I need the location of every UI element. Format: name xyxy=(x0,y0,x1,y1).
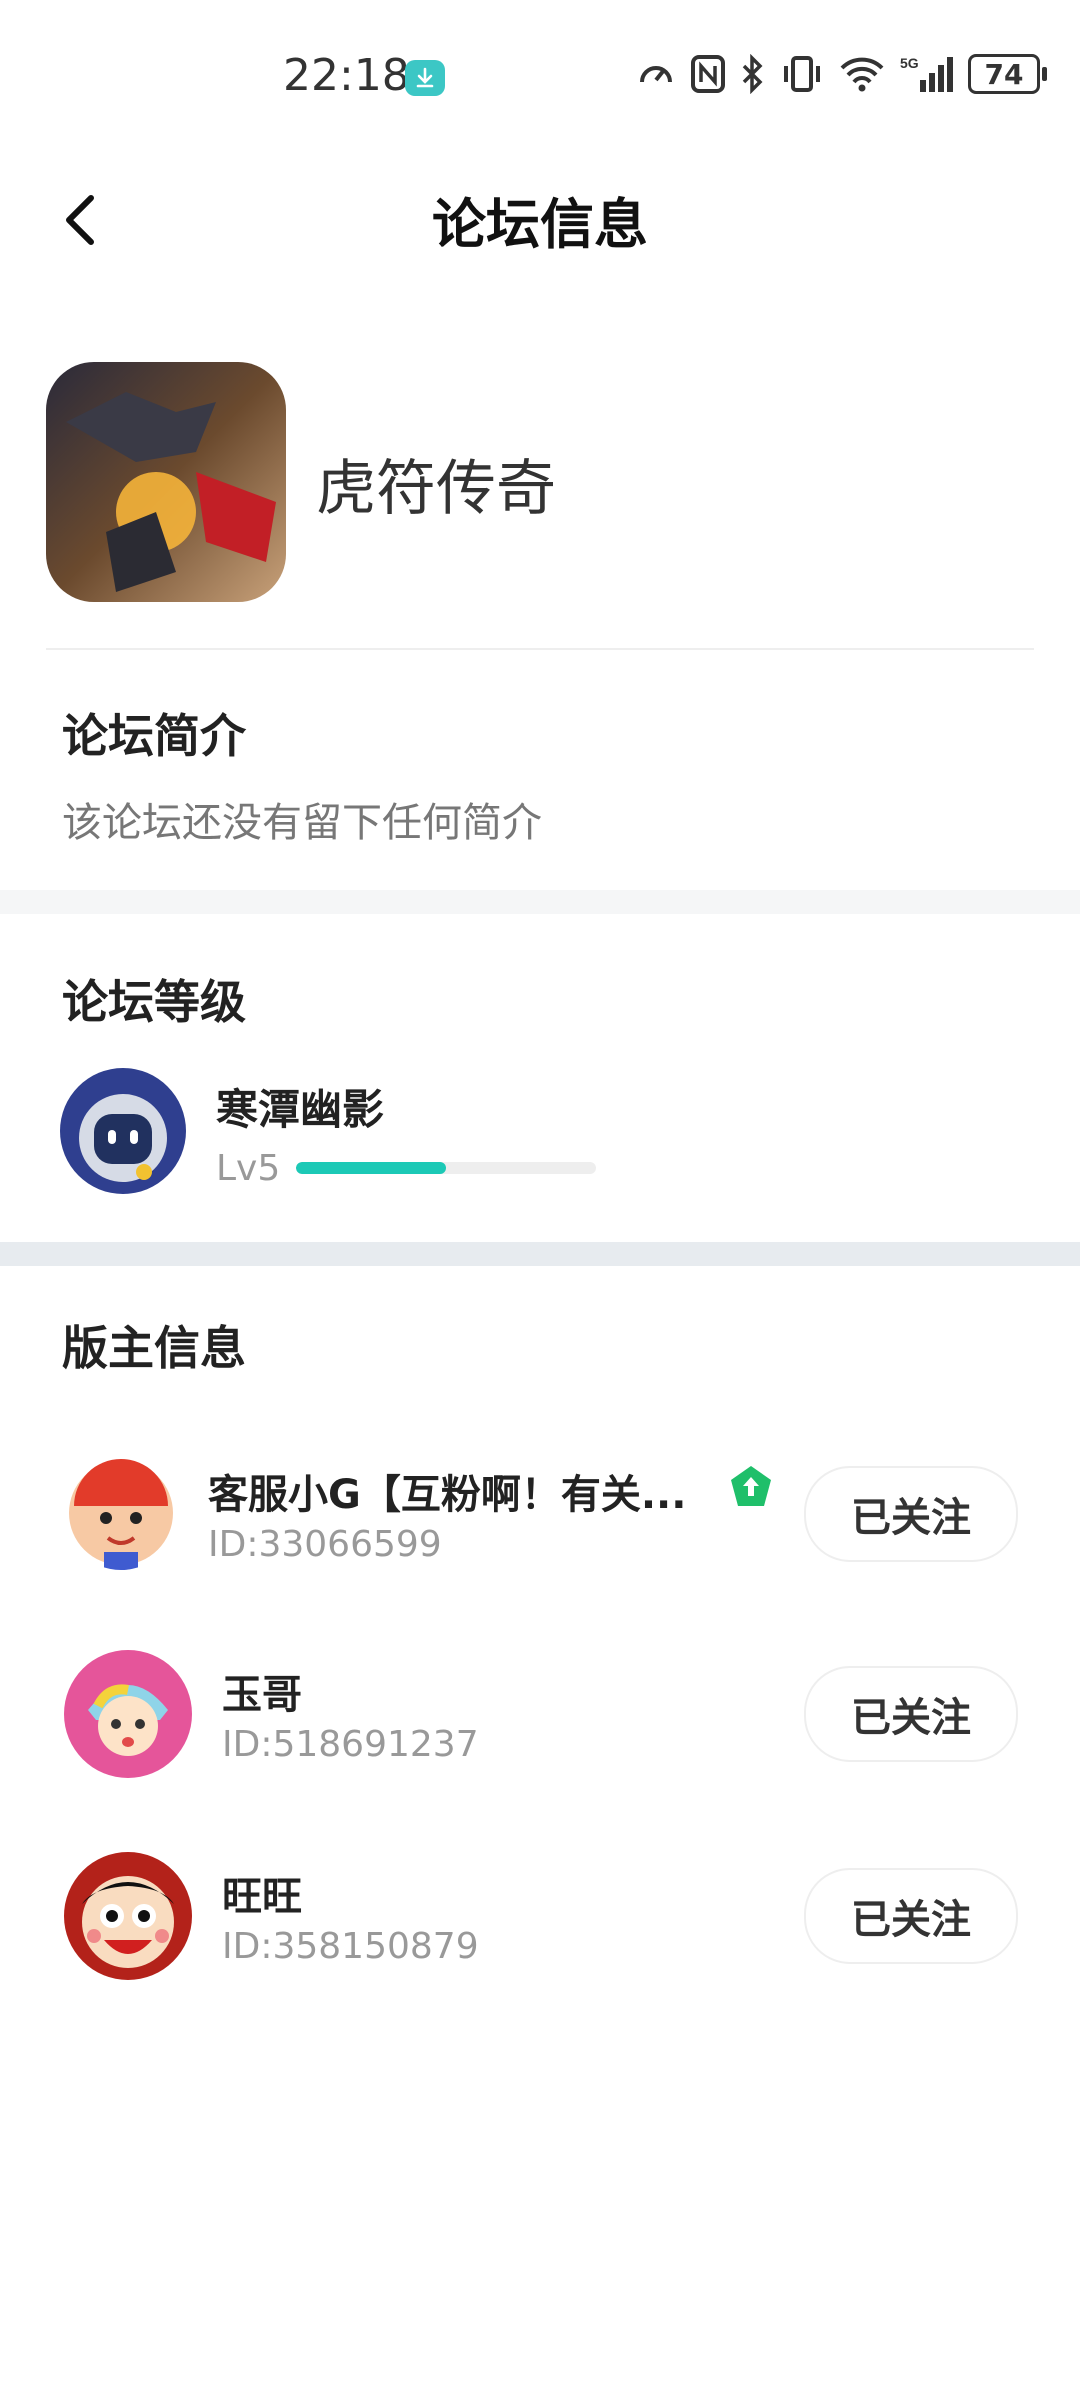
moderator-badge-icon xyxy=(731,1466,771,1506)
level-label: Lv5 xyxy=(216,1148,281,1189)
moderator-name: 玉哥 xyxy=(222,1672,302,1718)
battery-icon: 74 xyxy=(968,54,1047,94)
level-user-name: 寒潭幽影 xyxy=(216,1085,385,1134)
moderator-id: ID:518691237 xyxy=(222,1724,479,1765)
divider xyxy=(46,648,1034,650)
section-separator xyxy=(0,1242,1080,1266)
signal-5g-icon: 5G xyxy=(900,55,953,92)
moderator-row[interactable]: 客服小G【互粉啊！有关... ID:33066599 已关注 xyxy=(0,1432,1080,1592)
status-icons: 5G 74 xyxy=(636,54,1047,94)
battery-level: 74 xyxy=(984,57,1024,91)
moderators-title: 版主信息 xyxy=(62,1321,246,1375)
moderator-avatar xyxy=(64,1852,192,1980)
page-title: 论坛信息 xyxy=(432,193,648,256)
bluetooth-icon xyxy=(742,54,763,94)
moderator-avatar xyxy=(64,1456,178,1570)
level-avatar xyxy=(60,1068,186,1194)
moderator-name: 旺旺 xyxy=(222,1874,302,1920)
status-time: 22:18 xyxy=(283,50,410,101)
moderator-row[interactable]: 玉哥 ID:518691237 已关注 xyxy=(0,1634,1080,1794)
speed-icon xyxy=(640,66,672,83)
moderator-avatar xyxy=(64,1650,192,1778)
follow-button[interactable]: 已关注 xyxy=(804,1466,1018,1562)
section-separator xyxy=(0,890,1080,914)
level-progress-bar xyxy=(296,1162,596,1174)
wifi-icon xyxy=(840,57,884,92)
vibrate-icon xyxy=(784,56,820,92)
intro-title: 论坛简介 xyxy=(62,709,246,763)
moderator-row[interactable]: 旺旺 ID:358150879 已关注 xyxy=(0,1836,1080,1996)
forum-avatar xyxy=(46,362,286,602)
moderator-name: 客服小G【互粉啊！有关... xyxy=(208,1472,687,1518)
intro-text: 该论坛还没有留下任何简介 xyxy=(62,800,542,846)
moderator-id: ID:358150879 xyxy=(222,1926,479,1967)
forum-name: 虎符传奇 xyxy=(316,454,556,524)
nfc-icon xyxy=(691,55,725,93)
level-title: 论坛等级 xyxy=(62,975,246,1029)
moderator-id: ID:33066599 xyxy=(208,1524,442,1565)
download-icon xyxy=(405,60,445,96)
svg-text:5G: 5G xyxy=(900,55,919,71)
follow-button[interactable]: 已关注 xyxy=(804,1666,1018,1762)
follow-button[interactable]: 已关注 xyxy=(804,1868,1018,1964)
level-progress-fill xyxy=(296,1162,446,1174)
